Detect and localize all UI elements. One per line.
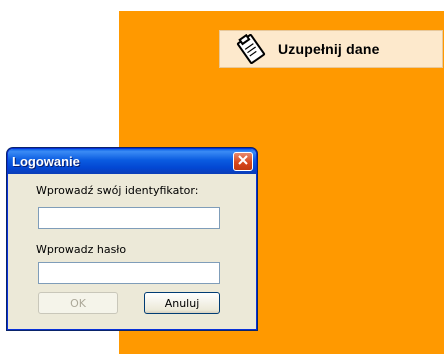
id-input[interactable] [38, 207, 220, 229]
dialog-title: Logowanie [12, 154, 80, 169]
close-button[interactable] [233, 152, 253, 171]
password-label: Wprowadz hasło [36, 243, 127, 256]
password-input[interactable] [38, 262, 220, 284]
login-dialog: Logowanie Wprowadź swój identyfikator: W… [7, 148, 257, 330]
close-icon [237, 153, 249, 171]
ok-button[interactable]: OK [38, 292, 118, 314]
dialog-body: Wprowadź swój identyfikator: Wprowadz ha… [8, 174, 256, 329]
cancel-button[interactable]: Anuluj [144, 292, 220, 314]
fill-data-label: Uzupełnij dane [278, 41, 380, 57]
id-label: Wprowadź swój identyfikator: [36, 184, 199, 197]
fill-data-button[interactable]: Uzupełnij dane [219, 30, 443, 68]
page: Uzupełnij dane Logowanie Wprowadź swój i… [0, 0, 444, 354]
dialog-titlebar[interactable]: Logowanie [8, 149, 256, 174]
clipboard-icon [234, 33, 268, 65]
